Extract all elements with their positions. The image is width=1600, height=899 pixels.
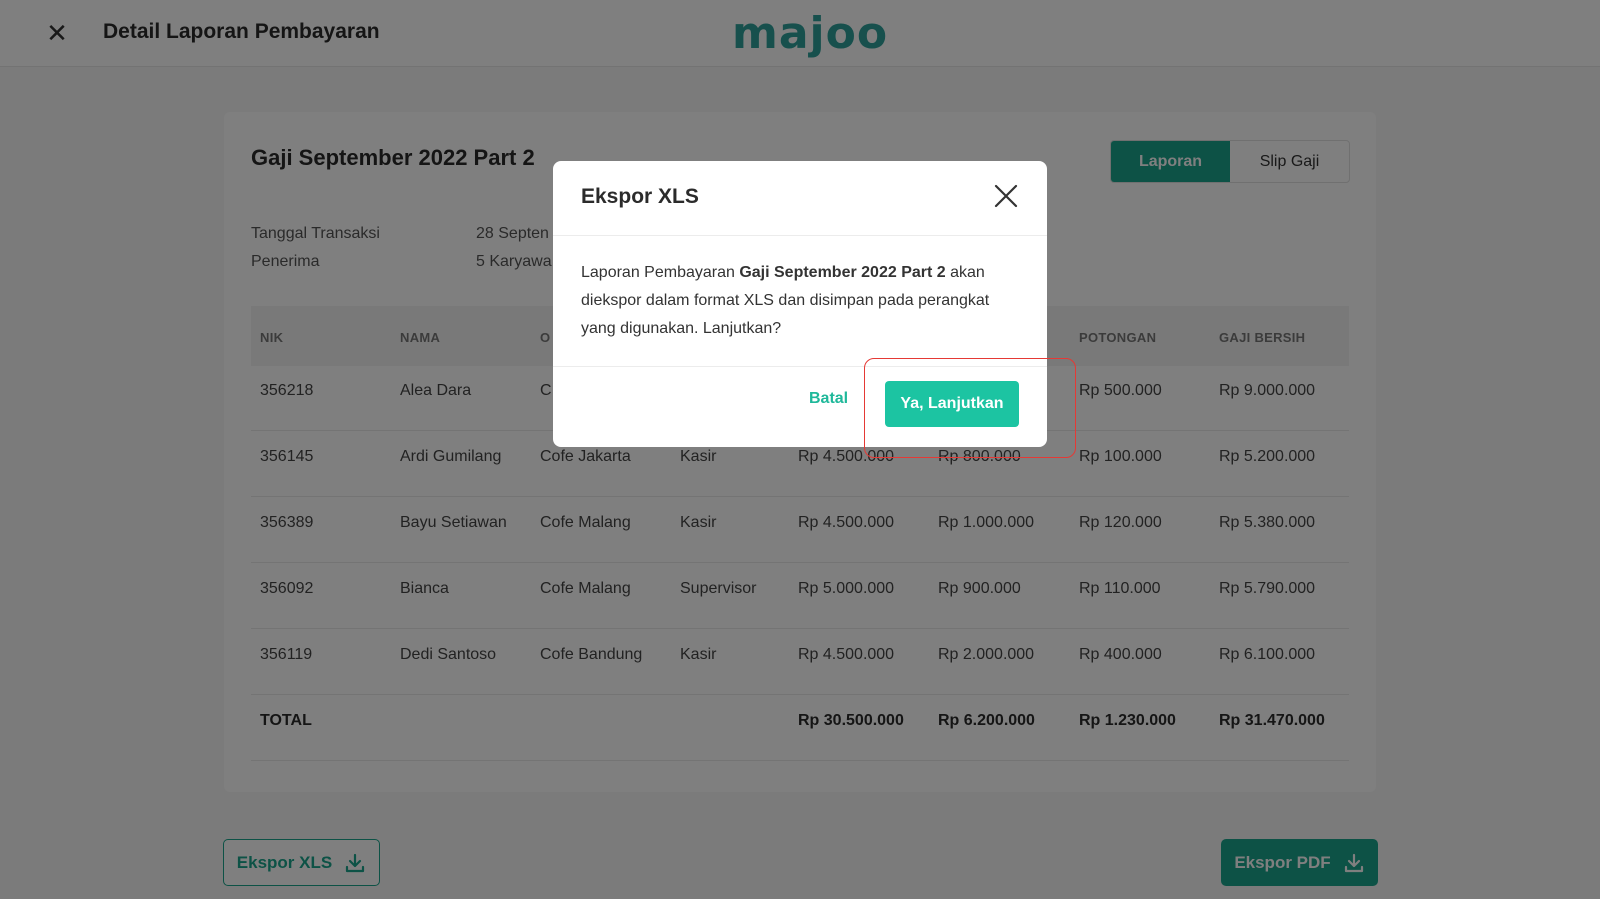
modal-divider bbox=[553, 235, 1047, 236]
cancel-button[interactable]: Batal bbox=[809, 384, 848, 414]
highlight-annotation bbox=[864, 358, 1076, 458]
modal-overlay[interactable] bbox=[0, 0, 1600, 899]
modal-message-prefix: Laporan Pembayaran bbox=[581, 264, 740, 281]
modal-message: Laporan Pembayaran Gaji September 2022 P… bbox=[581, 259, 1021, 343]
modal-title: Ekspor XLS bbox=[581, 185, 699, 208]
modal-message-report-name: Gaji September 2022 Part 2 bbox=[739, 264, 946, 281]
close-icon[interactable] bbox=[991, 181, 1021, 211]
